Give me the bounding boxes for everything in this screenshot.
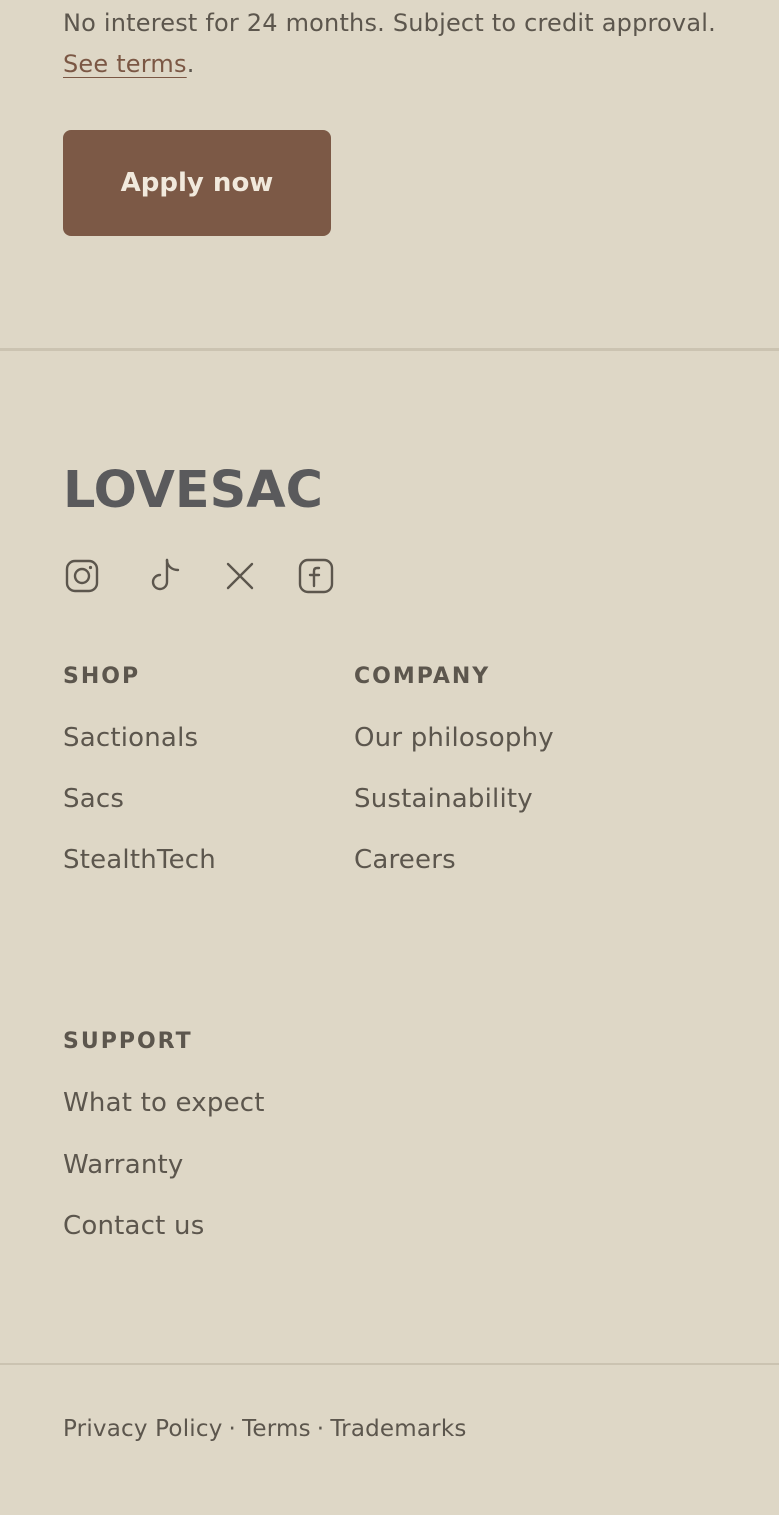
company-link-careers[interactable]: Careers <box>354 845 456 875</box>
support-heading: SUPPORT <box>63 1029 193 1054</box>
privacy-policy-link[interactable]: Privacy Policy <box>63 1416 223 1442</box>
tiktok-icon <box>151 558 180 591</box>
x-link[interactable] <box>221 556 259 596</box>
promo-message: No interest for 24 months. Subject to cr… <box>63 9 716 37</box>
promo-section: No interest for 24 months. Subject to cr… <box>63 0 723 85</box>
facebook-link[interactable] <box>297 556 335 596</box>
support-link-warranty[interactable]: Warranty <box>63 1150 184 1180</box>
facebook-icon <box>298 558 334 594</box>
lovesac-logo-icon: LOVESAC <box>63 465 323 510</box>
footer-divider <box>0 1363 779 1365</box>
legal-links: Privacy Policy · Terms · Trademarks <box>63 1416 467 1442</box>
apply-now-button[interactable]: Apply now <box>63 130 331 236</box>
company-link-philosophy[interactable]: Our philosophy <box>354 723 554 753</box>
shop-link-stealthtech[interactable]: StealthTech <box>63 845 216 875</box>
shop-link-sactionals[interactable]: Sactionals <box>63 723 198 753</box>
shop-heading: SHOP <box>63 664 141 689</box>
shop-link-sacs[interactable]: Sacs <box>63 784 124 814</box>
brand-name: LOVESAC <box>63 465 323 510</box>
support-link-contact-us[interactable]: Contact us <box>63 1211 204 1241</box>
instagram-icon <box>65 559 99 593</box>
promo-trailing: . <box>186 50 195 78</box>
promo-text: No interest for 24 months. Subject to cr… <box>63 0 723 85</box>
company-heading: COMPANY <box>354 664 491 689</box>
section-divider <box>0 348 779 351</box>
legal-separator: · <box>316 1416 325 1442</box>
instagram-link[interactable] <box>63 556 101 596</box>
legal-separator: · <box>228 1416 237 1442</box>
support-link-what-to-expect[interactable]: What to expect <box>63 1088 265 1118</box>
tiktok-link[interactable] <box>147 556 185 596</box>
brand-logo[interactable]: LOVESAC <box>63 465 325 510</box>
see-terms-link[interactable]: See terms <box>63 50 187 78</box>
company-link-sustainability[interactable]: Sustainability <box>354 784 533 814</box>
terms-link[interactable]: Terms <box>242 1416 311 1442</box>
trademarks-link[interactable]: Trademarks <box>330 1416 466 1442</box>
x-icon <box>226 562 254 590</box>
